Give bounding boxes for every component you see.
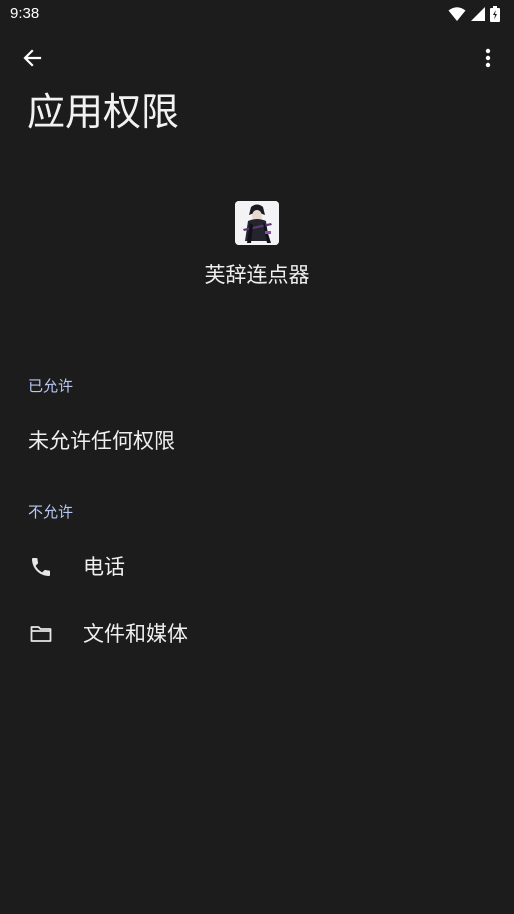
status-icons	[448, 6, 500, 26]
no-permissions-allowed-text: 未允许任何权限	[28, 429, 175, 453]
status-time: 9:38	[10, 5, 40, 22]
permission-row-phone[interactable]: 电话	[0, 537, 514, 597]
folder-icon	[29, 622, 53, 646]
page-title: 应用权限	[27, 90, 180, 134]
app-permissions-screen: 9:38 应用权限 芙辞连点器 已允许 未允许任何权限 不允许 电话 文件和媒体	[0, 0, 514, 914]
permission-label-phone: 电话	[83, 555, 125, 579]
back-button[interactable]	[16, 44, 48, 76]
status-bar: 9:38	[0, 0, 514, 30]
app-name: 芙辞连点器	[204, 263, 310, 287]
allowed-section-header: 已允许	[28, 377, 74, 395]
app-icon	[235, 201, 279, 245]
permission-row-files-media[interactable]: 文件和媒体	[0, 604, 514, 664]
permission-label-files-media: 文件和媒体	[83, 622, 188, 646]
more-options-button[interactable]	[474, 44, 502, 76]
phone-icon	[29, 555, 53, 579]
more-vert-icon	[485, 48, 491, 72]
signal-icon	[470, 6, 486, 26]
arrow-back-icon	[22, 48, 42, 72]
denied-section-header: 不允许	[28, 503, 74, 521]
battery-icon	[490, 6, 500, 26]
wifi-icon	[448, 6, 466, 26]
